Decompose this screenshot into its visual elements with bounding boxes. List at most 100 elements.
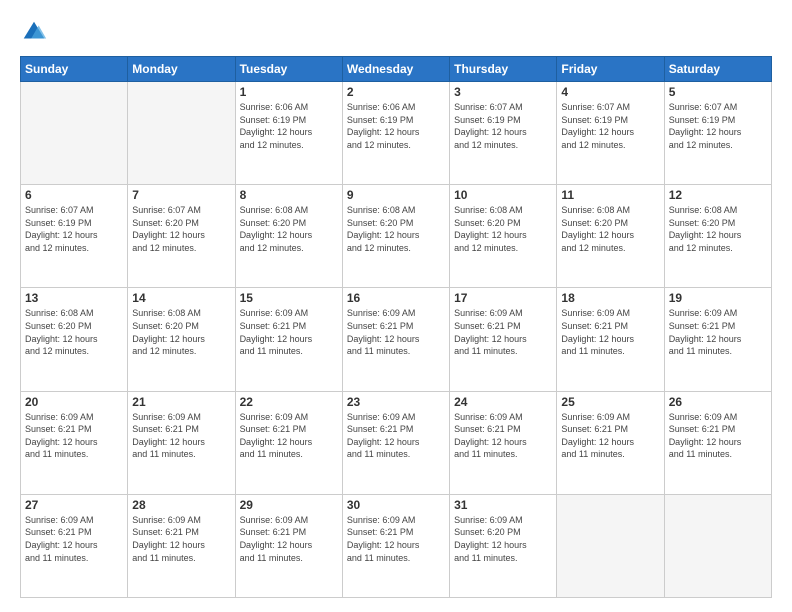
weekday-header-thursday: Thursday bbox=[450, 57, 557, 82]
day-number: 17 bbox=[454, 291, 552, 305]
week-row-2: 6Sunrise: 6:07 AM Sunset: 6:19 PM Daylig… bbox=[21, 185, 772, 288]
day-info: Sunrise: 6:09 AM Sunset: 6:21 PM Dayligh… bbox=[454, 307, 552, 357]
calendar-cell: 20 Sunrise: 6:09 AM Sunset: 6:21 PM Dayli… bbox=[21, 391, 128, 494]
calendar-cell: 19 Sunrise: 6:09 AM Sunset: 6:21 PM Dayli… bbox=[664, 288, 771, 391]
calendar-cell: 29Sunrise: 6:09 AM Sunset: 6:21 PM Dayli… bbox=[235, 494, 342, 597]
day-info: Sunrise: 6:09 AM Sunset: 6:21 PM Dayligh… bbox=[669, 307, 767, 357]
day-info: Sunrise: 6:09 AM Sunset: 6:21 PM Dayligh… bbox=[347, 514, 445, 564]
weekday-header-tuesday: Tuesday bbox=[235, 57, 342, 82]
day-number: 9 bbox=[347, 188, 445, 202]
logo bbox=[20, 18, 52, 46]
logo-icon bbox=[20, 18, 48, 46]
calendar-cell bbox=[21, 82, 128, 185]
day-number: 31 bbox=[454, 498, 552, 512]
day-number: 22 bbox=[240, 395, 338, 409]
day-number: 29 bbox=[240, 498, 338, 512]
calendar-cell: 21Sunrise: 6:09 AM Sunset: 6:21 PM Dayli… bbox=[128, 391, 235, 494]
day-info: Sunrise: 6:08 AM Sunset: 6:20 PM Dayligh… bbox=[240, 204, 338, 254]
day-number: 19 bbox=[669, 291, 767, 305]
day-info: Sunrise: 6:08 AM Sunset: 6:20 PM Dayligh… bbox=[25, 307, 123, 357]
calendar-cell: 18 Sunrise: 6:09 AM Sunset: 6:21 PM Dayli… bbox=[557, 288, 664, 391]
day-number: 14 bbox=[132, 291, 230, 305]
day-number: 15 bbox=[240, 291, 338, 305]
day-number: 26 bbox=[669, 395, 767, 409]
day-info: Sunrise: 6:09 AM Sunset: 6:21 PM Dayligh… bbox=[347, 307, 445, 357]
calendar-cell: 12 Sunrise: 6:08 AM Sunset: 6:20 PM Dayli… bbox=[664, 185, 771, 288]
page: SundayMondayTuesdayWednesdayThursdayFrid… bbox=[0, 0, 792, 612]
day-number: 12 bbox=[669, 188, 767, 202]
day-info: Sunrise: 6:07 AM Sunset: 6:19 PM Dayligh… bbox=[561, 101, 659, 151]
day-info: Sunrise: 6:07 AM Sunset: 6:19 PM Dayligh… bbox=[25, 204, 123, 254]
calendar-cell: 4 Sunrise: 6:07 AM Sunset: 6:19 PM Daylig… bbox=[557, 82, 664, 185]
calendar-cell: 27Sunrise: 6:09 AM Sunset: 6:21 PM Dayli… bbox=[21, 494, 128, 597]
day-info: Sunrise: 6:09 AM Sunset: 6:21 PM Dayligh… bbox=[669, 411, 767, 461]
day-info: Sunrise: 6:08 AM Sunset: 6:20 PM Dayligh… bbox=[561, 204, 659, 254]
day-number: 7 bbox=[132, 188, 230, 202]
week-row-5: 27Sunrise: 6:09 AM Sunset: 6:21 PM Dayli… bbox=[21, 494, 772, 597]
day-number: 13 bbox=[25, 291, 123, 305]
day-number: 4 bbox=[561, 85, 659, 99]
day-number: 8 bbox=[240, 188, 338, 202]
day-info: Sunrise: 6:09 AM Sunset: 6:21 PM Dayligh… bbox=[347, 411, 445, 461]
calendar-cell: 13 Sunrise: 6:08 AM Sunset: 6:20 PM Dayli… bbox=[21, 288, 128, 391]
week-row-3: 13 Sunrise: 6:08 AM Sunset: 6:20 PM Dayli… bbox=[21, 288, 772, 391]
calendar-cell: 6Sunrise: 6:07 AM Sunset: 6:19 PM Daylig… bbox=[21, 185, 128, 288]
day-info: Sunrise: 6:09 AM Sunset: 6:20 PM Dayligh… bbox=[454, 514, 552, 564]
calendar-cell bbox=[557, 494, 664, 597]
day-info: Sunrise: 6:06 AM Sunset: 6:19 PM Dayligh… bbox=[347, 101, 445, 151]
calendar-cell: 24 Sunrise: 6:09 AM Sunset: 6:21 PM Dayli… bbox=[450, 391, 557, 494]
day-number: 18 bbox=[561, 291, 659, 305]
day-info: Sunrise: 6:08 AM Sunset: 6:20 PM Dayligh… bbox=[669, 204, 767, 254]
day-info: Sunrise: 6:09 AM Sunset: 6:21 PM Dayligh… bbox=[454, 411, 552, 461]
day-info: Sunrise: 6:09 AM Sunset: 6:21 PM Dayligh… bbox=[25, 411, 123, 461]
calendar-cell: 9 Sunrise: 6:08 AM Sunset: 6:20 PM Daylig… bbox=[342, 185, 449, 288]
calendar-cell: 23Sunrise: 6:09 AM Sunset: 6:21 PM Dayli… bbox=[342, 391, 449, 494]
week-row-1: 1 Sunrise: 6:06 AM Sunset: 6:19 PM Daylig… bbox=[21, 82, 772, 185]
day-number: 20 bbox=[25, 395, 123, 409]
day-info: Sunrise: 6:07 AM Sunset: 6:19 PM Dayligh… bbox=[669, 101, 767, 151]
calendar-cell: 31 Sunrise: 6:09 AM Sunset: 6:20 PM Dayli… bbox=[450, 494, 557, 597]
calendar-cell: 11 Sunrise: 6:08 AM Sunset: 6:20 PM Dayli… bbox=[557, 185, 664, 288]
day-number: 21 bbox=[132, 395, 230, 409]
calendar-cell: 30Sunrise: 6:09 AM Sunset: 6:21 PM Dayli… bbox=[342, 494, 449, 597]
day-info: Sunrise: 6:07 AM Sunset: 6:20 PM Dayligh… bbox=[132, 204, 230, 254]
calendar-cell: 28 Sunrise: 6:09 AM Sunset: 6:21 PM Dayli… bbox=[128, 494, 235, 597]
day-info: Sunrise: 6:09 AM Sunset: 6:21 PM Dayligh… bbox=[561, 307, 659, 357]
weekday-header-monday: Monday bbox=[128, 57, 235, 82]
calendar-cell: 2 Sunrise: 6:06 AM Sunset: 6:19 PM Daylig… bbox=[342, 82, 449, 185]
calendar-cell: 16 Sunrise: 6:09 AM Sunset: 6:21 PM Dayli… bbox=[342, 288, 449, 391]
calendar-cell: 10Sunrise: 6:08 AM Sunset: 6:20 PM Dayli… bbox=[450, 185, 557, 288]
day-number: 2 bbox=[347, 85, 445, 99]
day-number: 5 bbox=[669, 85, 767, 99]
day-number: 28 bbox=[132, 498, 230, 512]
calendar-cell: 22 Sunrise: 6:09 AM Sunset: 6:21 PM Dayli… bbox=[235, 391, 342, 494]
calendar-cell: 1Sunrise: 6:06 AM Sunset: 6:19 PM Daylig… bbox=[235, 82, 342, 185]
day-number: 24 bbox=[454, 395, 552, 409]
day-number: 1 bbox=[240, 85, 338, 99]
day-number: 11 bbox=[561, 188, 659, 202]
day-info: Sunrise: 6:08 AM Sunset: 6:20 PM Dayligh… bbox=[454, 204, 552, 254]
day-info: Sunrise: 6:09 AM Sunset: 6:21 PM Dayligh… bbox=[240, 411, 338, 461]
calendar-cell: 14 Sunrise: 6:08 AM Sunset: 6:20 PM Dayli… bbox=[128, 288, 235, 391]
calendar-cell: 26 Sunrise: 6:09 AM Sunset: 6:21 PM Dayli… bbox=[664, 391, 771, 494]
calendar-cell: 5 Sunrise: 6:07 AM Sunset: 6:19 PM Daylig… bbox=[664, 82, 771, 185]
calendar-cell: 3Sunrise: 6:07 AM Sunset: 6:19 PM Daylig… bbox=[450, 82, 557, 185]
calendar-table: SundayMondayTuesdayWednesdayThursdayFrid… bbox=[20, 56, 772, 598]
day-info: Sunrise: 6:08 AM Sunset: 6:20 PM Dayligh… bbox=[132, 307, 230, 357]
day-info: Sunrise: 6:09 AM Sunset: 6:21 PM Dayligh… bbox=[25, 514, 123, 564]
calendar-cell: 25 Sunrise: 6:09 AM Sunset: 6:21 PM Dayli… bbox=[557, 391, 664, 494]
day-number: 25 bbox=[561, 395, 659, 409]
weekday-header-wednesday: Wednesday bbox=[342, 57, 449, 82]
day-info: Sunrise: 6:08 AM Sunset: 6:20 PM Dayligh… bbox=[347, 204, 445, 254]
calendar-cell: 15Sunrise: 6:09 AM Sunset: 6:21 PM Dayli… bbox=[235, 288, 342, 391]
weekday-header-row: SundayMondayTuesdayWednesdayThursdayFrid… bbox=[21, 57, 772, 82]
calendar-cell: 8 Sunrise: 6:08 AM Sunset: 6:20 PM Daylig… bbox=[235, 185, 342, 288]
calendar-cell bbox=[664, 494, 771, 597]
weekday-header-saturday: Saturday bbox=[664, 57, 771, 82]
calendar-cell: 17 Sunrise: 6:09 AM Sunset: 6:21 PM Dayli… bbox=[450, 288, 557, 391]
day-number: 3 bbox=[454, 85, 552, 99]
header bbox=[20, 18, 772, 46]
day-info: Sunrise: 6:09 AM Sunset: 6:21 PM Dayligh… bbox=[132, 514, 230, 564]
day-number: 16 bbox=[347, 291, 445, 305]
day-info: Sunrise: 6:09 AM Sunset: 6:21 PM Dayligh… bbox=[561, 411, 659, 461]
